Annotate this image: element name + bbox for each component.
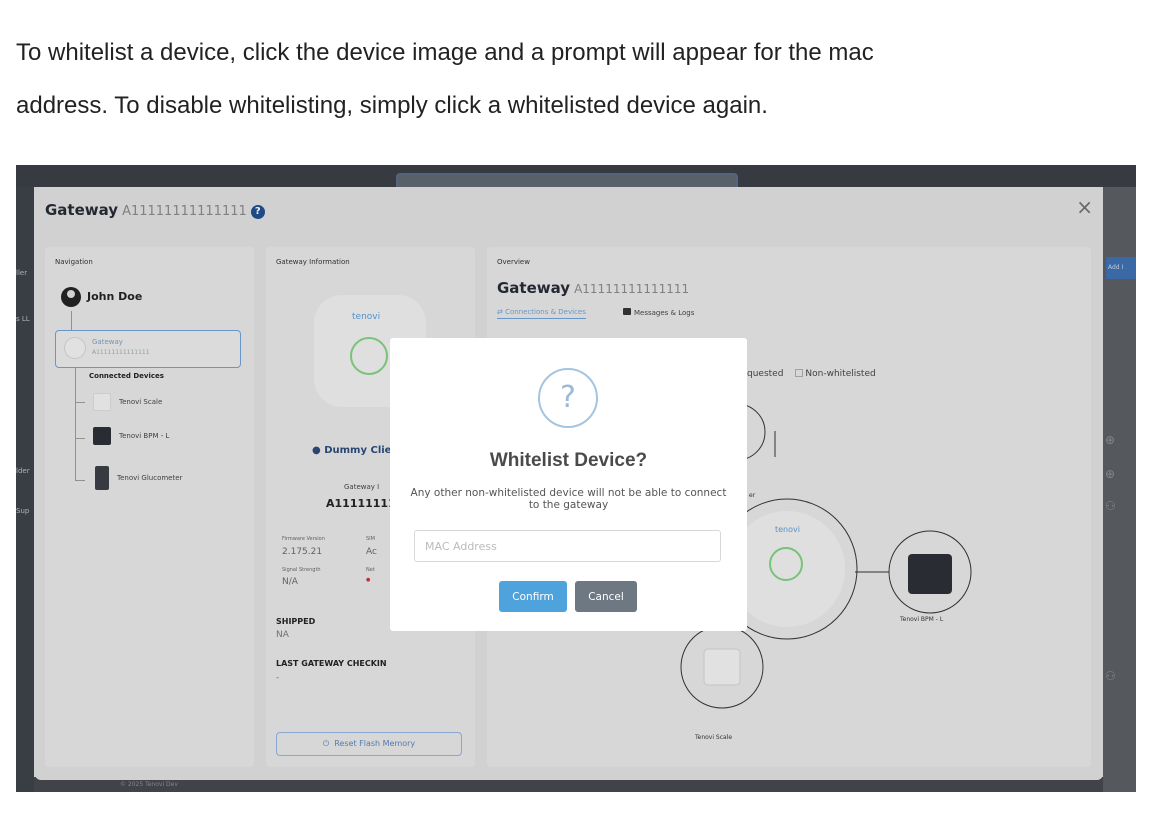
- confirm-button[interactable]: Confirm: [499, 581, 567, 612]
- instructions-line-2: address. To disable whitelisting, simply…: [16, 92, 768, 119]
- dialog-message: Any other non-whitelisted device will no…: [410, 487, 727, 511]
- cancel-button[interactable]: Cancel: [575, 581, 637, 612]
- question-icon: ?: [538, 368, 598, 428]
- screenshot: ller s LL lder Sup Add I ⊕ ⊕ ⚇ ⚇ © 2025 …: [16, 165, 1136, 792]
- whitelist-dialog: ? Whitelist Device? Any other non-whitel…: [390, 338, 747, 631]
- instructions-line-1: To whitelist a device, click the device …: [16, 39, 874, 66]
- mac-address-input[interactable]: [414, 530, 721, 562]
- dialog-title: Whitelist Device?: [489, 450, 648, 471]
- instructions: To whitelist a device, click the device …: [16, 26, 1136, 132]
